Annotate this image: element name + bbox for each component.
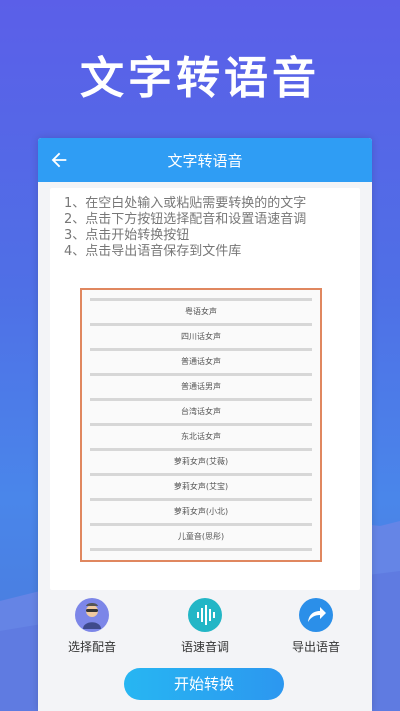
voice-option[interactable]: 萝莉女声(小北) bbox=[90, 498, 312, 521]
instructions: 1、在空白处输入或粘贴需要转换的的文字 2、点击下方按钮选择配音和设置语速音调 … bbox=[64, 196, 352, 260]
voice-option[interactable]: 普通话男声 bbox=[90, 373, 312, 396]
export-voice-label: 导出语音 bbox=[291, 640, 340, 654]
app-bar: 文字转语音 bbox=[38, 138, 372, 182]
speed-pitch-label: 语速音调 bbox=[180, 640, 229, 654]
voice-option[interactable]: 四川话女声 bbox=[90, 323, 312, 346]
voice-option[interactable]: 粤语女声 bbox=[90, 298, 312, 321]
start-conversion-button[interactable]: 开始转换 bbox=[124, 668, 284, 700]
divider bbox=[90, 548, 312, 551]
app-title: 文字转语音 bbox=[167, 152, 243, 170]
speed-pitch-button[interactable]: 语速音调 bbox=[165, 598, 245, 655]
voice-option[interactable]: 普通话女声 bbox=[90, 348, 312, 371]
voice-wave-icon bbox=[188, 598, 222, 632]
instruction-line: 2、点击下方按钮选择配音和设置语速音调 bbox=[64, 212, 307, 227]
instruction-line: 1、在空白处输入或粘贴需要转换的的文字 bbox=[64, 196, 307, 211]
instruction-line: 4、点击导出语音保存到文件库 bbox=[64, 244, 242, 259]
voice-option[interactable]: 台湾话女声 bbox=[90, 398, 312, 421]
instruction-line: 3、点击开始转换按钮 bbox=[64, 228, 190, 243]
app-screen: 文字转语音 1、在空白处输入或粘贴需要转换的的文字 2、点击下方按钮选择配音和设… bbox=[38, 138, 372, 711]
export-voice-button[interactable]: 导出语音 bbox=[276, 598, 356, 655]
avatar-icon bbox=[75, 598, 109, 632]
text-input-area[interactable]: 1、在空白处输入或粘贴需要转换的的文字 2、点击下方按钮选择配音和设置语速音调 … bbox=[50, 188, 360, 590]
select-voice-label: 选择配音 bbox=[67, 640, 116, 654]
voice-option[interactable]: 儿童音(思彤) bbox=[90, 523, 312, 546]
share-arrow-icon bbox=[299, 598, 333, 632]
select-voice-button[interactable]: 选择配音 bbox=[52, 598, 132, 655]
voice-option[interactable]: 东北话女声 bbox=[90, 423, 312, 446]
voice-option[interactable]: 萝莉女声(艾宝) bbox=[90, 473, 312, 496]
hero-title: 文字转语音 bbox=[80, 53, 320, 104]
voice-option[interactable]: 萝莉女声(艾薇) bbox=[90, 448, 312, 471]
voice-list-panel: 粤语女声 四川话女声 普通话女声 普通话男声 台湾话女声 东北话女声 萝莉女声(… bbox=[80, 288, 322, 562]
